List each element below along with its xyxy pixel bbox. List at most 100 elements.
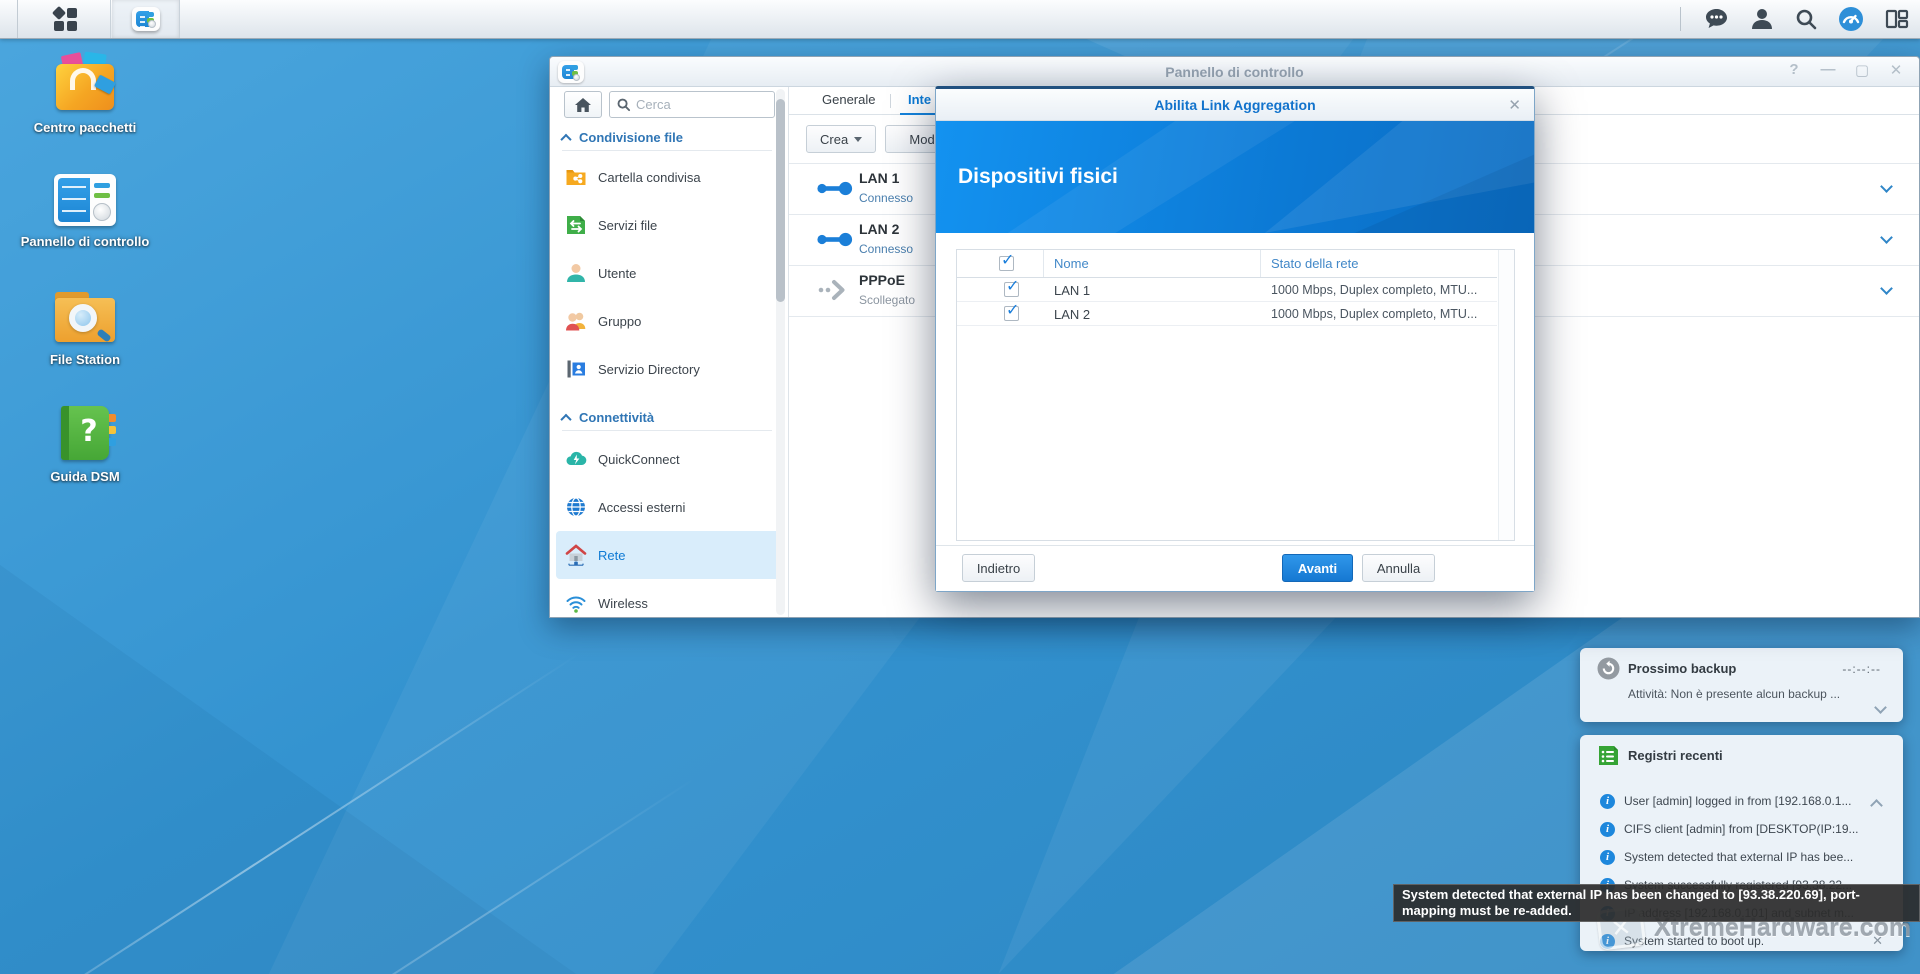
notifications-icon[interactable] — [1703, 7, 1730, 31]
help-button[interactable]: ? — [1785, 61, 1803, 79]
sidebar-item-label: Cartella condivisa — [598, 170, 701, 185]
user-icon[interactable] — [1750, 7, 1774, 31]
table-row-lan2[interactable]: ✓ LAN 2 1000 Mbps, Duplex completo, MTU.… — [957, 302, 1497, 326]
column-header-name[interactable]: Nome — [1054, 256, 1089, 271]
control-panel-app-icon — [132, 7, 160, 31]
taskbar — [0, 0, 1920, 39]
file-services-icon — [565, 214, 587, 236]
chevron-down-icon[interactable] — [1880, 282, 1893, 295]
main-menu-grid-icon — [53, 7, 77, 31]
maximize-button[interactable]: ▢ — [1853, 61, 1871, 79]
select-all-checkbox[interactable]: ✓ — [999, 256, 1014, 271]
log-text: CIFS client [admin] from [DESKTOP(IP:19.… — [1624, 822, 1864, 836]
interface-name: PPPoE — [859, 272, 905, 288]
interface-name: LAN 2 — [859, 221, 899, 237]
cell-name: LAN 1 — [1054, 283, 1090, 298]
sidebar-item-external-access[interactable]: Accessi esterni — [556, 483, 781, 531]
chevron-down-icon[interactable] — [1874, 701, 1887, 714]
sidebar-item-network[interactable]: Rete — [556, 531, 781, 579]
sidebar-section-connectivity[interactable]: Connettività — [562, 405, 772, 431]
dialog-close-icon[interactable]: ✕ — [1508, 96, 1521, 114]
dialog-step-title: Dispositivi fisici — [958, 165, 1118, 189]
devices-table: ✓ Nome Stato della rete ✓ LAN 1 1000 Mbp… — [956, 249, 1515, 541]
interface-status: Connesso — [859, 242, 913, 256]
search-icon[interactable] — [1794, 7, 1818, 31]
cancel-button[interactable]: Annulla — [1362, 554, 1435, 582]
sidebar-search-box[interactable] — [609, 91, 775, 118]
sidebar-item-label: Accessi esterni — [598, 500, 685, 515]
cell-name: LAN 2 — [1054, 307, 1090, 322]
table-scrollbar-track[interactable] — [1498, 250, 1514, 540]
minimize-button[interactable]: — — [1819, 61, 1837, 79]
sidebar-item-user[interactable]: Utente — [556, 249, 781, 297]
info-icon: i — [1600, 850, 1615, 865]
cell-network-status: 1000 Mbps, Duplex completo, MTU... — [1271, 283, 1477, 297]
sidebar-item-label: QuickConnect — [598, 452, 680, 467]
desktop-icon-control-panel[interactable]: Pannello di controllo — [20, 174, 150, 250]
file-station-icon — [53, 290, 117, 344]
resource-monitor-icon[interactable] — [1838, 6, 1864, 32]
sidebar-item-shared-folder[interactable]: Cartella condivisa — [556, 153, 781, 201]
search-input[interactable] — [636, 97, 746, 112]
home-button[interactable] — [564, 91, 602, 118]
dialog-titlebar[interactable]: Abilita Link Aggregation ✕ — [936, 89, 1534, 121]
sidebar-item-quickconnect[interactable]: QuickConnect — [556, 435, 781, 483]
network-home-icon — [565, 544, 587, 566]
sidebar-item-group[interactable]: Gruppo — [556, 297, 781, 345]
log-entry[interactable]: i System detected that external IP has b… — [1580, 845, 1903, 873]
chevron-up-icon — [560, 133, 571, 144]
search-icon — [616, 97, 631, 112]
row-checkbox[interactable]: ✓ — [1004, 306, 1019, 321]
system-tray — [1680, 0, 1910, 38]
tab-general[interactable]: Generale — [822, 92, 875, 107]
pppoe-disconnected-icon — [816, 279, 853, 301]
main-menu-button[interactable] — [19, 0, 111, 38]
log-entry[interactable]: i User [admin] logged in from [192.168.0… — [1580, 789, 1903, 817]
package-center-icon — [54, 56, 116, 112]
next-backup-widget[interactable]: Prossimo backup --:--:-- Attività: Non è… — [1580, 648, 1903, 722]
control-panel-sidebar: Condivisione file Cartella condivisa Ser… — [550, 87, 789, 617]
sidebar-item-file-services[interactable]: Servizi file — [556, 201, 781, 249]
back-button[interactable]: Indietro — [962, 554, 1035, 582]
shared-folder-icon — [565, 166, 587, 188]
show-desktop-button[interactable] — [0, 0, 18, 38]
sidebar-scrollbar-thumb[interactable] — [776, 99, 785, 302]
log-entry[interactable]: i CIFS client [admin] from [DESKTOP(IP:1… — [1580, 817, 1903, 845]
backup-refresh-icon — [1597, 657, 1620, 680]
create-button[interactable]: Crea — [806, 125, 876, 153]
desktop-icon-file-station[interactable]: File Station — [20, 290, 150, 368]
sidebar-item-directory-service[interactable]: Servizio Directory — [556, 345, 781, 393]
tab-network-interface[interactable]: Inte — [908, 92, 931, 107]
taskbar-control-panel-button[interactable] — [112, 0, 180, 38]
cell-network-status: 1000 Mbps, Duplex completo, MTU... — [1271, 307, 1477, 321]
interface-status: Scollegato — [859, 293, 915, 307]
sidebar-item-wireless[interactable]: Wireless — [556, 579, 781, 617]
next-button[interactable]: Avanti — [1282, 554, 1353, 582]
table-row-lan1[interactable]: ✓ LAN 1 1000 Mbps, Duplex completo, MTU.… — [957, 278, 1497, 302]
caret-down-icon — [854, 137, 862, 142]
desktop-icon-package-center[interactable]: Centro pacchetti — [20, 56, 150, 136]
dialog-banner: Dispositivi fisici — [936, 121, 1534, 233]
widgets-icon[interactable] — [1884, 7, 1910, 31]
close-button[interactable]: ✕ — [1887, 61, 1905, 79]
sidebar-item-label: Utente — [598, 266, 636, 281]
window-titlebar[interactable]: Pannello di controllo ? — ▢ ✕ — [550, 57, 1919, 87]
back-button-label: Indietro — [977, 561, 1020, 576]
next-button-label: Avanti — [1298, 561, 1337, 576]
row-checkbox[interactable]: ✓ — [1004, 282, 1019, 297]
widget-title: Registri recenti — [1628, 748, 1723, 763]
chevron-up-icon[interactable] — [1870, 799, 1883, 812]
directory-service-icon — [565, 358, 587, 380]
info-icon: i — [1600, 822, 1615, 837]
section-label: Condivisione file — [579, 130, 683, 145]
column-header-network-status[interactable]: Stato della rete — [1271, 256, 1358, 271]
chevron-down-icon[interactable] — [1880, 180, 1893, 193]
dialog-footer: Indietro Avanti Annulla — [936, 545, 1534, 591]
lan-connected-icon — [816, 230, 853, 249]
sidebar-item-label: Wireless — [598, 596, 648, 611]
widget-title: Prossimo backup — [1628, 661, 1736, 676]
desktop-icon-dsm-help[interactable]: ? Guida DSM — [20, 406, 150, 485]
link-aggregation-dialog: Abilita Link Aggregation ✕ Dispositivi f… — [935, 86, 1535, 592]
sidebar-section-file-sharing[interactable]: Condivisione file — [562, 125, 772, 151]
chevron-down-icon[interactable] — [1880, 231, 1893, 244]
